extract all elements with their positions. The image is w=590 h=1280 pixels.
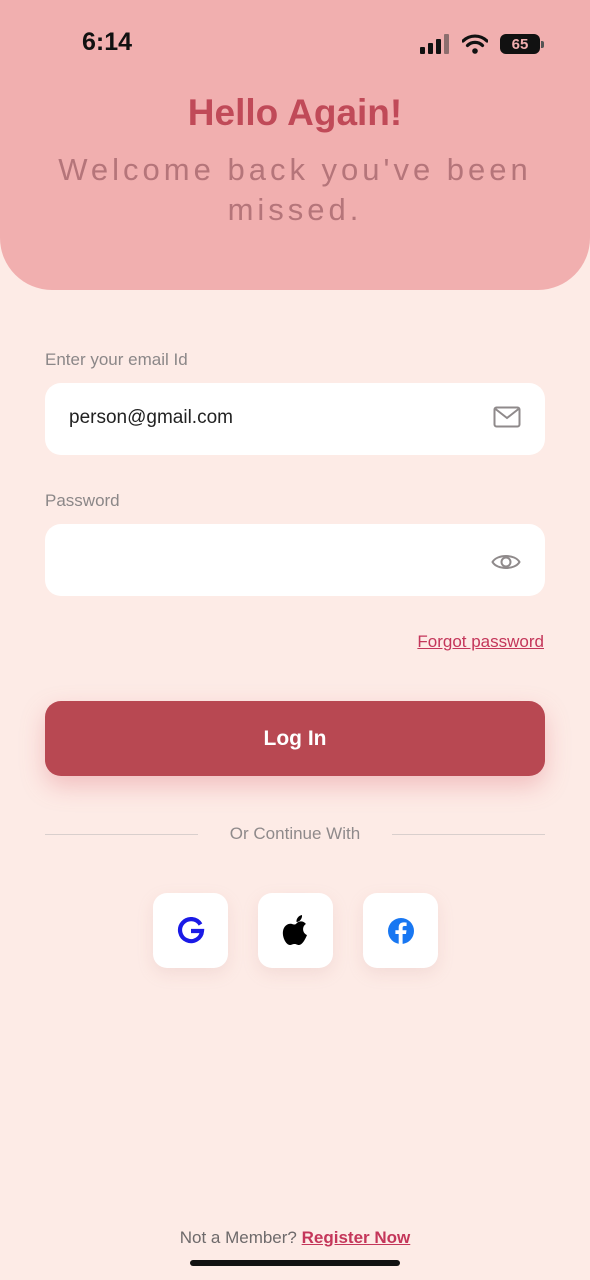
eye-icon[interactable] <box>491 552 521 572</box>
email-label: Enter your email Id <box>45 350 188 369</box>
apple-login-button[interactable] <box>258 893 333 968</box>
header-panel: 6:14 65 Hello Again! Welcome back you've… <box>0 0 590 290</box>
login-screen: 6:14 65 Hello Again! Welcome back you've… <box>0 0 590 1280</box>
wifi-icon <box>462 34 488 54</box>
forgot-password-link[interactable]: Forgot password <box>417 632 544 652</box>
battery-icon: 65 <box>500 34 544 54</box>
status-bar: 6:14 65 <box>0 0 590 90</box>
home-indicator[interactable] <box>190 1260 400 1266</box>
status-icons: 65 <box>420 32 544 56</box>
password-field[interactable] <box>45 524 545 596</box>
password-label: Password <box>45 491 120 510</box>
google-icon <box>177 916 204 943</box>
status-time: 6:14 <box>82 28 133 56</box>
page-subtitle: Welcome back you've been missed. <box>58 152 532 227</box>
battery-level: 65 <box>511 35 529 53</box>
facebook-login-button[interactable] <box>363 893 438 968</box>
signal-icon <box>420 34 449 54</box>
register-prompt: Not a Member? Register Now <box>0 1228 590 1248</box>
divider-right <box>392 834 545 835</box>
email-field[interactable]: person@gmail.com <box>45 383 545 455</box>
register-prompt-text: Not a Member? <box>179 1228 297 1247</box>
login-button[interactable]: Log In <box>45 701 545 776</box>
apple-icon <box>282 914 307 945</box>
page-title: Hello Again! <box>187 92 403 133</box>
google-login-button[interactable] <box>153 893 228 968</box>
facebook-icon <box>387 917 414 944</box>
mail-icon <box>493 406 521 428</box>
email-value: person@gmail.com <box>69 407 233 428</box>
register-link[interactable]: Register Now <box>302 1228 411 1247</box>
